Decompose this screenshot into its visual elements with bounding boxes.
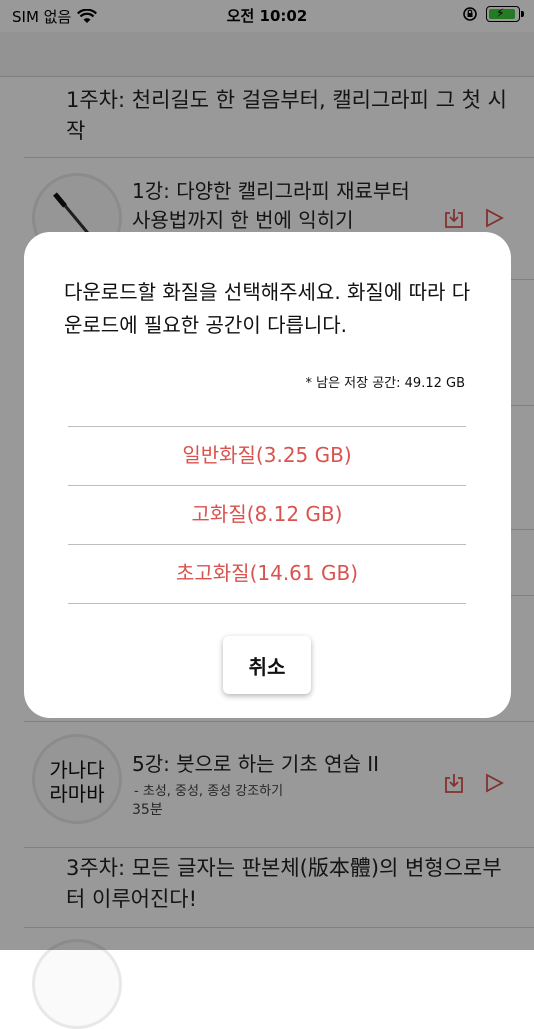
download-quality-dialog: 다운로드할 화질을 선택해주세요. 화질에 따라 다운로드에 필요한 공간이 다…: [24, 232, 511, 718]
lesson-thumbnail[interactable]: [32, 939, 122, 1029]
dialog-message: 다운로드할 화질을 선택해주세요. 화질에 따라 다운로드에 필요한 공간이 다…: [64, 280, 471, 337]
cancel-button[interactable]: 취소: [223, 636, 311, 694]
quality-option-high[interactable]: 고화질(8.12 GB): [68, 485, 466, 543]
divider: [68, 603, 466, 604]
quality-option-standard[interactable]: 일반화질(3.25 GB): [68, 426, 466, 484]
storage-note: * 남은 저장 공간: 49.12 GB: [305, 376, 465, 391]
quality-option-ultra[interactable]: 초고화질(14.61 GB): [68, 544, 466, 602]
